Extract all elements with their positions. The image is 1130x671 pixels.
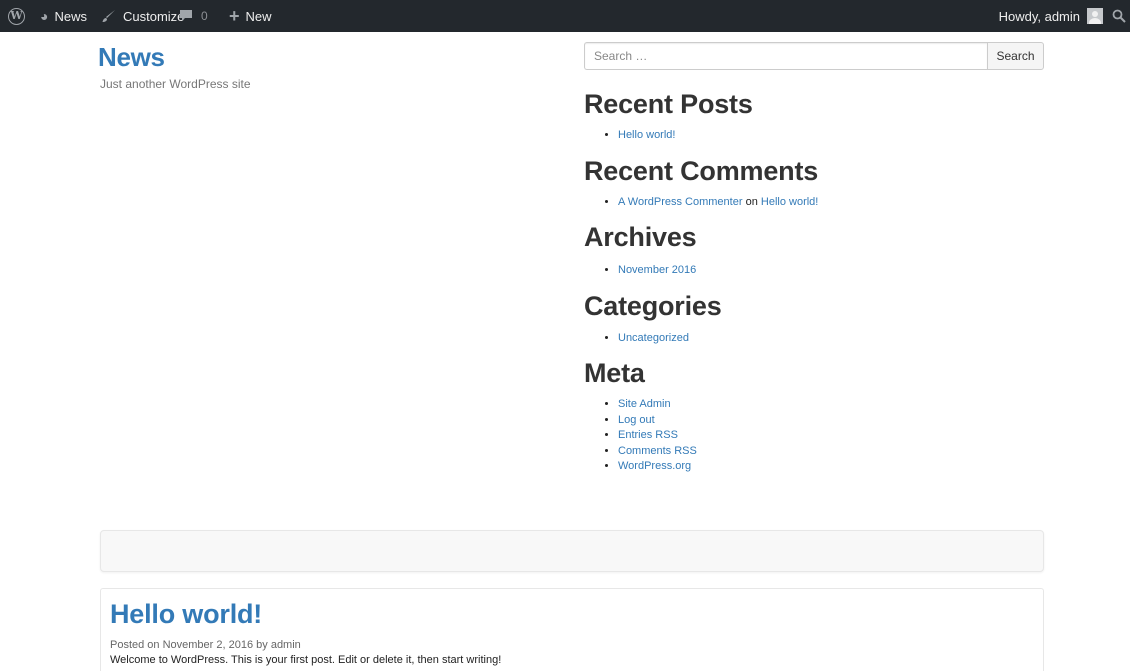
howdy-label: Howdy, admin bbox=[998, 8, 1080, 24]
list-item: Site Admin bbox=[618, 397, 1044, 413]
plus-icon: + bbox=[229, 5, 240, 26]
meta-widget: Meta Site Admin Log out Entries RSS Comm… bbox=[584, 357, 1044, 475]
list-item: Log out bbox=[618, 413, 1044, 429]
search-icon bbox=[1112, 9, 1126, 23]
recent-posts-widget: Recent Posts Hello world! bbox=[584, 88, 1044, 144]
wp-logo-menu[interactable]: W bbox=[8, 0, 25, 32]
comment-on-text: on bbox=[745, 195, 758, 208]
recent-post-link[interactable]: Hello world! bbox=[618, 129, 675, 141]
meta-link-entries-rss[interactable]: Entries RSS bbox=[618, 429, 678, 441]
categories-widget: Categories Uncategorized bbox=[584, 290, 1044, 347]
search-form: Search bbox=[584, 42, 1044, 70]
avatar bbox=[1087, 8, 1103, 24]
admin-bar-customize[interactable]: Customize bbox=[102, 0, 184, 32]
widget-title: Recent Posts bbox=[584, 89, 753, 119]
post-title-link[interactable]: Hello world! bbox=[110, 597, 1043, 631]
brush-icon bbox=[102, 10, 115, 22]
list-item: Uncategorized bbox=[618, 330, 1044, 347]
site-name-label: News bbox=[54, 8, 87, 24]
widget-title: Archives bbox=[584, 222, 697, 252]
search-input[interactable] bbox=[584, 42, 987, 70]
admin-bar-my-account[interactable]: Howdy, admin bbox=[999, 0, 1103, 32]
comment-post-link[interactable]: Hello world! bbox=[761, 196, 818, 208]
sidebar: Search Recent Posts Hello world! Recent … bbox=[584, 42, 1044, 475]
archives-widget: Archives November 2016 bbox=[584, 221, 1044, 279]
widget-title: Meta bbox=[584, 358, 645, 388]
post-content: Welcome to WordPress. This is your first… bbox=[110, 654, 502, 666]
category-link[interactable]: Uncategorized bbox=[618, 332, 689, 344]
list-item: November 2016 bbox=[618, 262, 1044, 279]
list-item: Hello world! bbox=[618, 127, 1044, 144]
customize-label: Customize bbox=[123, 8, 185, 24]
navigation-panel bbox=[100, 530, 1044, 572]
site-title[interactable]: News bbox=[98, 42, 165, 73]
admin-bar: W ◕ News Customize 0 + New Howdy, admin bbox=[0, 0, 1130, 32]
meta-link-site-admin[interactable]: Site Admin bbox=[618, 398, 671, 410]
meta-link-log-out[interactable]: Log out bbox=[618, 414, 655, 426]
admin-bar-new-content[interactable]: + New bbox=[229, 0, 272, 32]
comments-count: 0 bbox=[201, 9, 208, 23]
post-meta: Posted on November 2, 2016 by admin bbox=[110, 639, 301, 651]
wordpress-logo-icon: W bbox=[8, 7, 25, 25]
list-item: A WordPress Commenter on Hello world! bbox=[618, 194, 1044, 211]
admin-bar-search[interactable] bbox=[1112, 0, 1126, 32]
admin-bar-site-name[interactable]: ◕ News bbox=[40, 0, 87, 32]
archive-link[interactable]: November 2016 bbox=[618, 264, 696, 276]
new-label: New bbox=[245, 8, 272, 24]
list-item: WordPress.org bbox=[618, 459, 1044, 475]
widget-title: Categories bbox=[584, 290, 722, 321]
dashboard-icon: ◕ bbox=[40, 8, 49, 24]
post-entry: Hello world! Posted on November 2, 2016 … bbox=[100, 588, 1044, 671]
widget-title: Recent Comments bbox=[584, 155, 819, 186]
list-item: Entries RSS bbox=[618, 428, 1044, 444]
meta-link-comments-rss[interactable]: Comments RSS bbox=[618, 445, 697, 457]
admin-bar-comments[interactable]: 0 bbox=[179, 0, 208, 32]
search-button[interactable]: Search bbox=[987, 42, 1044, 70]
list-item: Comments RSS bbox=[618, 444, 1044, 460]
meta-link-wordpress-org[interactable]: WordPress.org bbox=[618, 460, 691, 472]
recent-comments-widget: Recent Comments A WordPress Commenter on… bbox=[584, 155, 1044, 211]
comment-author-link[interactable]: A WordPress Commenter bbox=[618, 196, 743, 208]
comment-icon bbox=[180, 10, 192, 21]
site-description: Just another WordPress site bbox=[100, 77, 251, 91]
